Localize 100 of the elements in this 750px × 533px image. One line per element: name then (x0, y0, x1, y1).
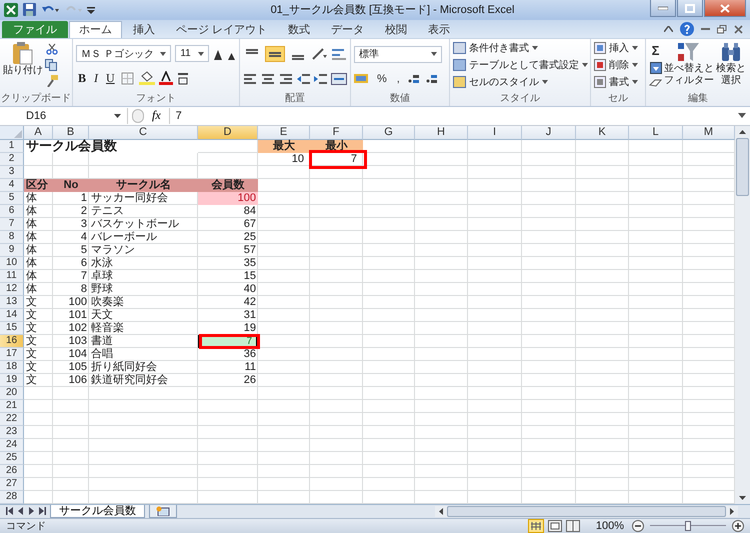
minimize-button[interactable] (650, 0, 676, 17)
font-size-field[interactable]: 11 (175, 45, 210, 62)
number-format-field[interactable]: 標準 (354, 46, 442, 63)
collapse-ribbon-icon[interactable] (664, 26, 673, 32)
row-header[interactable]: 6 (0, 204, 24, 218)
row-header[interactable]: 3 (0, 166, 24, 179)
row-header[interactable]: 22 (0, 412, 24, 426)
autosum-button[interactable]: Σ (652, 42, 660, 58)
styles-menu-button[interactable]: 条件付き書式 (453, 40, 538, 56)
merge-icon[interactable] (331, 72, 347, 85)
expand-icon[interactable] (738, 113, 746, 118)
column-header[interactable]: D (198, 126, 258, 140)
sort-filter-button[interactable]: 並べ替えと フィルター (664, 40, 714, 87)
cells-menu-button[interactable]: 書式 (594, 74, 638, 90)
customize-icon[interactable] (87, 4, 95, 15)
insert-function-button[interactable]: fx (148, 108, 165, 124)
column-header[interactable]: E (258, 126, 310, 140)
column-header[interactable]: M (683, 126, 735, 140)
scroll-down-icon[interactable] (739, 496, 746, 500)
close-icon[interactable] (734, 24, 743, 34)
format-button[interactable]: U (104, 70, 117, 86)
decrease-indent-icon[interactable] (297, 72, 310, 85)
save-icon[interactable] (23, 3, 36, 16)
styles-menu-button[interactable]: セルのスタイル (453, 74, 548, 90)
decrease-decimal-icon[interactable] (424, 72, 439, 85)
scroll-up-icon[interactable] (739, 130, 746, 134)
row-header[interactable]: 1 (0, 140, 24, 153)
find-select-button[interactable]: 検索と 選択 (716, 40, 746, 87)
zoom-out-icon[interactable] (632, 520, 644, 532)
column-header[interactable]: L (629, 126, 683, 140)
ribbon-tab[interactable]: データ (321, 20, 374, 38)
row-header[interactable]: 25 (0, 452, 24, 465)
orientation-icon[interactable] (311, 47, 327, 62)
row-header[interactable]: 21 (0, 400, 24, 413)
column-header[interactable]: H (415, 126, 468, 140)
copy-icon[interactable] (45, 58, 59, 71)
row-header[interactable]: 10 (0, 256, 24, 270)
page-layout-icon[interactable] (548, 520, 562, 532)
borders-icon[interactable] (120, 72, 135, 85)
increase-decimal-icon[interactable] (406, 72, 421, 85)
vertical-scrollbar[interactable] (735, 126, 750, 504)
row-header[interactable]: 26 (0, 464, 24, 478)
row-header[interactable]: 8 (0, 230, 24, 244)
fill-color-icon[interactable] (138, 71, 155, 86)
font-name-field[interactable]: ＭＳ Ｐゴシック (76, 45, 172, 62)
row-header[interactable]: 28 (0, 490, 24, 504)
normal-view-icon[interactable] (528, 518, 544, 533)
wrap-text-icon[interactable] (331, 47, 347, 62)
row-header[interactable]: 13 (0, 296, 24, 309)
row-header[interactable]: 24 (0, 438, 24, 452)
sheet-tab[interactable]: サークル会員数 (50, 504, 145, 518)
format-button[interactable]: B (76, 70, 88, 86)
row-header[interactable]: 16 (0, 334, 24, 348)
file-tab[interactable]: ファイル (2, 20, 68, 38)
column-header[interactable]: G (363, 126, 415, 140)
scroll-left-icon[interactable] (439, 508, 443, 515)
column-header[interactable]: A (24, 126, 53, 140)
row-header[interactable]: 9 (0, 244, 24, 257)
ribbon-tab[interactable]: ホーム (69, 20, 122, 38)
row-header[interactable]: 27 (0, 478, 24, 491)
number-style-button[interactable]: , (394, 72, 403, 85)
name-box[interactable]: D16 (0, 108, 128, 124)
restore-icon[interactable] (717, 24, 727, 34)
sheet-navigation-icon[interactable] (6, 507, 46, 516)
row-header[interactable]: 23 (0, 426, 24, 439)
align-icon[interactable] (243, 72, 257, 85)
close-button[interactable] (704, 0, 746, 17)
cells-menu-button[interactable]: 削除 (594, 58, 638, 73)
row-header[interactable]: 5 (0, 192, 24, 205)
ribbon-tab[interactable]: 表示 (418, 20, 460, 38)
ribbon-tab[interactable]: ページ レイアウト (166, 20, 278, 38)
column-header[interactable]: I (468, 126, 522, 140)
page-break-icon[interactable] (566, 520, 580, 532)
styles-menu-button[interactable]: テーブルとして書式設定 (453, 58, 588, 73)
scroll-thumb[interactable] (736, 138, 749, 196)
row-header[interactable]: 11 (0, 270, 24, 283)
format-painter-icon[interactable] (46, 74, 58, 87)
row-header[interactable]: 12 (0, 282, 24, 296)
currency-icon[interactable] (354, 72, 370, 85)
column-header[interactable]: K (576, 126, 629, 140)
row-header[interactable]: 4 (0, 178, 24, 192)
vertical-align-icon[interactable] (265, 46, 285, 62)
column-header[interactable]: F (310, 126, 363, 140)
row-header[interactable]: 18 (0, 360, 24, 374)
eraser-icon[interactable] (649, 78, 662, 88)
cells-menu-button[interactable]: 挿入 (594, 40, 638, 56)
row-header[interactable]: 15 (0, 322, 24, 335)
formula-field[interactable]: 7 (168, 108, 734, 124)
align-icon[interactable] (261, 72, 275, 85)
scroll-right-icon[interactable] (730, 508, 734, 515)
increase-indent-icon[interactable] (314, 72, 327, 85)
format-button[interactable]: I (92, 70, 100, 86)
column-header[interactable]: C (89, 126, 198, 140)
ribbon-tab[interactable]: 校閲 (375, 20, 418, 38)
help-icon[interactable] (680, 22, 694, 36)
maximize-button[interactable] (677, 0, 703, 17)
paste-button[interactable]: 貼り付け (3, 40, 43, 77)
zoom-in-icon[interactable] (732, 520, 744, 532)
new-sheet-button[interactable] (149, 504, 177, 518)
grow-font-icon[interactable] (213, 48, 224, 60)
